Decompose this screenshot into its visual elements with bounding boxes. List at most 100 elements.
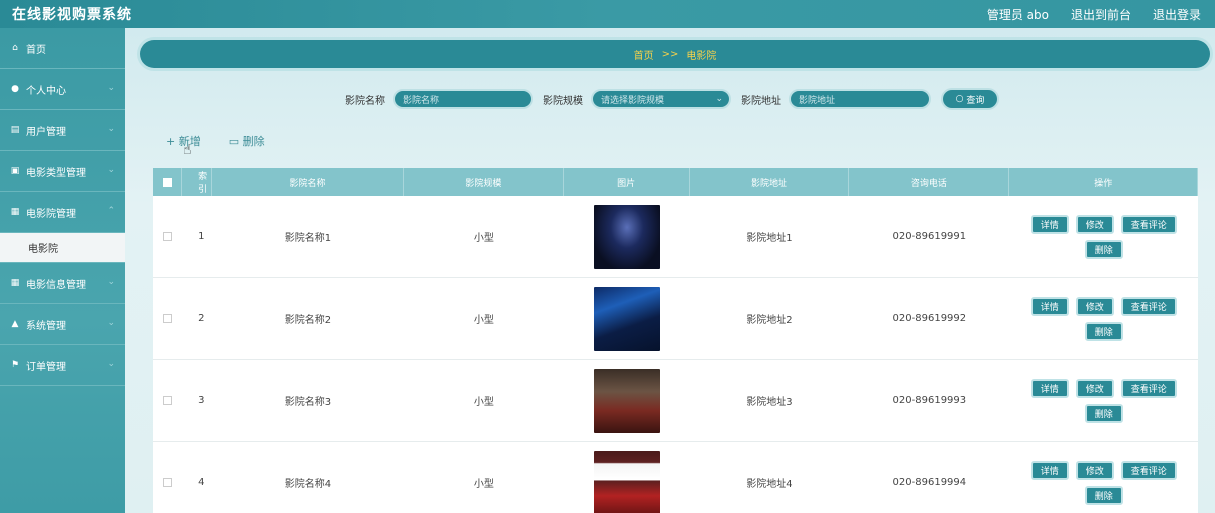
cinema-address-input[interactable]: 影院地址 — [789, 89, 931, 109]
header-links: 管理员 abo 退出到前台 退出登录 — [987, 6, 1201, 23]
detail-button[interactable]: 详情 — [1030, 460, 1069, 480]
row-index: 2 — [198, 313, 205, 324]
cinema-thumbnail[interactable] — [593, 204, 660, 269]
view-reviews-button[interactable]: 查看评论 — [1120, 460, 1177, 480]
sidebar-item-orders[interactable]: ⚑ 订单管理 ⌄ — [0, 345, 125, 386]
delete-button[interactable]: 删除 — [1084, 321, 1123, 341]
row-checkbox[interactable] — [163, 314, 173, 323]
row-name: 影院名称2 — [284, 315, 332, 326]
sidebar-item-label: 订单管理 — [26, 361, 66, 373]
delete-button[interactable]: 删除 — [1084, 239, 1123, 259]
row-name: 影院名称1 — [284, 233, 332, 244]
header-size: 影院规模 — [404, 168, 564, 196]
cinema-size-select[interactable]: 请选择影院规模 ⌄ — [591, 89, 731, 109]
sidebar-item-cinema[interactable]: ▦ 电影院管理 ⌃ — [0, 192, 125, 233]
sidebar-item-personal-center[interactable]: ● 个人中心 ⌄ — [0, 69, 125, 110]
chevron-down-icon: ⌄ — [107, 277, 115, 287]
edit-button[interactable]: 修改 — [1075, 378, 1114, 398]
search-button[interactable]: ○ 查询 — [941, 88, 999, 110]
row-size: 小型 — [473, 233, 494, 244]
top-bar: 在线影视购票系统 管理员 abo 退出到前台 退出登录 — [0, 0, 1215, 28]
detail-button[interactable]: 详情 — [1030, 378, 1069, 398]
cinema-thumbnail[interactable] — [593, 286, 660, 351]
header-phone: 咨询电话 — [849, 168, 1010, 196]
cinema-icon: ▦ — [10, 207, 20, 217]
row-checkbox[interactable] — [163, 396, 173, 405]
chevron-down-icon: ⌄ — [715, 94, 723, 104]
row-phone: 020-89619992 — [892, 313, 967, 324]
sidebar-item-system[interactable]: ▲ 系统管理 ⌄ — [0, 304, 125, 345]
header-image: 图片 — [564, 168, 690, 196]
cinema-address-label: 影院地址 — [741, 95, 781, 107]
breadcrumb: 首页 >> 电影院 — [140, 40, 1210, 68]
row-index: 3 — [198, 395, 205, 406]
row-checkbox[interactable] — [163, 232, 173, 241]
cinema-table: 索引 影院名称 影院规模 图片 影院地址 咨询电话 操作 1 影院名称1 小型 … — [153, 168, 1198, 513]
table-actions: + 新增 ▭ 删除 — [166, 133, 265, 149]
mouse-cursor-icon: ☝ — [183, 142, 192, 158]
cinema-size-placeholder: 请选择影院规模 — [601, 95, 665, 106]
header-operations: 操作 — [1009, 168, 1198, 196]
view-reviews-button[interactable]: 查看评论 — [1120, 214, 1177, 234]
row-address: 影院地址4 — [746, 479, 793, 490]
row-size: 小型 — [473, 479, 494, 490]
breadcrumb-current: 电影院 — [686, 50, 717, 62]
user-icon: ● — [11, 84, 19, 94]
row-address: 影院地址3 — [746, 397, 793, 408]
cinema-name-label: 影院名称 — [345, 95, 385, 107]
sidebar-item-label: 个人中心 — [26, 85, 66, 97]
row-phone: 020-89619994 — [892, 477, 967, 488]
sidebar-item-label: 电影院管理 — [26, 208, 76, 220]
sidebar-item-user-management[interactable]: ▤ 用户管理 ⌄ — [0, 110, 125, 151]
row-select-cell — [153, 196, 182, 277]
chevron-down-icon: ⌄ — [107, 165, 115, 175]
sidebar-item-label: 电影类型管理 — [26, 167, 86, 179]
chevron-up-icon: ⌃ — [107, 206, 115, 216]
table-row: 2 影院名称2 小型 影院地址2 020-89619992 详情 修改 查看评论… — [153, 278, 1198, 360]
row-name: 影院名称4 — [284, 479, 332, 490]
sidebar-item-label: 首页 — [26, 44, 46, 56]
row-size: 小型 — [473, 397, 494, 408]
sidebar-item-movie-info[interactable]: ▦ 电影信息管理 ⌄ — [0, 263, 125, 304]
sidebar-item-label: 电影信息管理 — [26, 279, 86, 291]
row-select-cell — [153, 442, 182, 513]
home-icon: ⌂ — [12, 43, 18, 53]
cinema-name-input[interactable]: 影院名称 — [393, 89, 533, 109]
film-type-icon: ▣ — [10, 166, 20, 176]
row-image-cell — [564, 278, 690, 359]
back-to-front-link[interactable]: 退出到前台 — [1071, 6, 1131, 23]
sidebar-item-film-type[interactable]: ▣ 电影类型管理 ⌄ — [0, 151, 125, 192]
delete-button[interactable]: 删除 — [1084, 485, 1123, 505]
chevron-down-icon: ⌄ — [107, 318, 115, 328]
batch-delete-button[interactable]: ▭ 删除 — [229, 133, 265, 149]
view-reviews-button[interactable]: 查看评论 — [1120, 296, 1177, 316]
row-phone: 020-89619991 — [892, 231, 967, 242]
cinema-thumbnail[interactable] — [593, 450, 660, 513]
sidebar-item-label: 系统管理 — [26, 320, 66, 332]
row-operations: 详情 修改 查看评论 删除 — [1010, 442, 1198, 513]
search-bar: 影院名称 影院名称 影院规模 请选择影院规模 ⌄ 影院地址 影院地址 ○ 查询 — [345, 88, 999, 110]
detail-button[interactable]: 详情 — [1030, 296, 1069, 316]
row-image-cell — [564, 196, 690, 277]
search-icon: ○ — [955, 94, 964, 104]
edit-button[interactable]: 修改 — [1075, 214, 1114, 234]
row-image-cell — [564, 360, 690, 441]
view-reviews-button[interactable]: 查看评论 — [1120, 378, 1177, 398]
header-address: 影院地址 — [690, 168, 850, 196]
sidebar-subitem-cinema[interactable]: 电影院 — [0, 233, 125, 263]
breadcrumb-home[interactable]: 首页 — [634, 47, 654, 62]
edit-button[interactable]: 修改 — [1075, 296, 1114, 316]
detail-button[interactable]: 详情 — [1030, 214, 1069, 234]
row-address: 影院地址2 — [746, 315, 793, 326]
select-all-checkbox[interactable] — [162, 177, 172, 187]
edit-button[interactable]: 修改 — [1075, 460, 1114, 480]
system-icon: ▲ — [11, 319, 19, 329]
sidebar-item-home[interactable]: ⌂ 首页 — [0, 28, 125, 69]
row-name: 影院名称3 — [284, 397, 332, 408]
breadcrumb-separator: >> — [661, 48, 679, 60]
row-checkbox[interactable] — [163, 478, 173, 487]
logout-link[interactable]: 退出登录 — [1153, 6, 1201, 23]
movie-info-icon: ▦ — [10, 278, 20, 288]
cinema-thumbnail[interactable] — [593, 368, 660, 433]
delete-button[interactable]: 删除 — [1084, 403, 1123, 423]
